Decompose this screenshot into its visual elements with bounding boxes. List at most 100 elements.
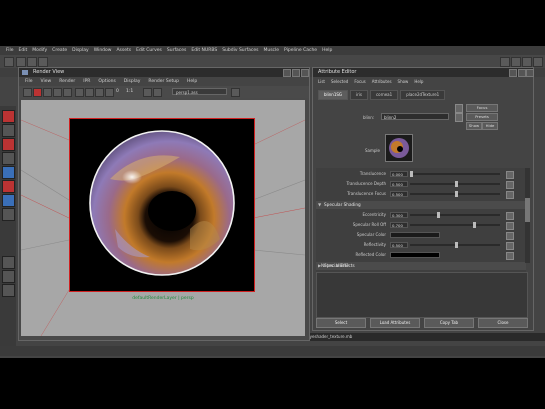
map-button-icon[interactable]	[506, 181, 514, 189]
tab-blinn1sg[interactable]: blinn1SG	[318, 90, 349, 100]
map-button-icon[interactable]	[506, 252, 514, 260]
menu-help[interactable]: Help	[322, 48, 332, 53]
ae-menu-focus[interactable]: Focus	[354, 79, 365, 84]
rv-menu-help[interactable]: Help	[187, 79, 197, 84]
menu-modify[interactable]: Modify	[32, 48, 47, 53]
render-view-titlebar[interactable]: Render View	[19, 68, 309, 77]
rgb-channel-icon[interactable]	[75, 88, 84, 97]
rv-menu-file[interactable]: File	[25, 79, 33, 84]
ae-close-icon[interactable]	[526, 69, 534, 77]
slider-knob[interactable]	[455, 191, 458, 197]
tab-iris[interactable]: iris	[350, 90, 368, 100]
snapshot-icon[interactable]	[63, 88, 72, 97]
map-button-icon[interactable]	[506, 191, 514, 199]
notes-textarea[interactable]	[316, 272, 528, 318]
keep-image-icon[interactable]	[95, 88, 104, 97]
color-swatch[interactable]	[390, 252, 440, 258]
rv-menu-render[interactable]: Render	[59, 79, 75, 84]
camera-dropdown[interactable]: persp1.ass	[172, 88, 227, 95]
go-to-input-icon[interactable]	[455, 113, 463, 122]
menu-display[interactable]: Display	[72, 48, 89, 53]
render-canvas[interactable]: defaultRenderLayer | persp	[21, 100, 305, 336]
map-button-icon[interactable]	[506, 222, 514, 230]
menu-surfaces[interactable]: Surfaces	[167, 48, 187, 53]
attr-value-field[interactable]: 0.000	[390, 171, 408, 177]
slider-knob[interactable]	[437, 212, 440, 218]
map-button-icon[interactable]	[506, 232, 514, 240]
select-tool-icon[interactable]	[2, 110, 15, 123]
maximize-icon[interactable]	[292, 69, 300, 77]
rv-menu-view[interactable]: View	[41, 79, 52, 84]
attr-slider[interactable]	[410, 242, 500, 248]
ae-minimize-icon[interactable]	[509, 69, 517, 77]
tab-place2dtexture1[interactable]: place2dTexture1	[400, 90, 446, 100]
go-to-output-icon[interactable]	[455, 104, 463, 113]
lasso-tool-icon[interactable]	[2, 124, 15, 137]
ae-menu-selected[interactable]: Selected	[331, 79, 348, 84]
menu-edit-curves[interactable]: Edit Curves	[136, 48, 162, 53]
slider-knob[interactable]	[455, 242, 458, 248]
menu-subdiv-surfaces[interactable]: Subdiv Surfaces	[222, 48, 258, 53]
ae-menu-attributes[interactable]: Attributes	[372, 79, 392, 84]
menu-edit-nurbs[interactable]: Edit NURBS	[191, 48, 217, 53]
manipulator-tool-icon[interactable]	[2, 194, 15, 207]
display-settings-icon[interactable]	[143, 88, 152, 97]
zoom-ratio[interactable]: 1:1	[126, 89, 133, 94]
new-scene-icon[interactable]	[16, 57, 26, 67]
color-management-icon[interactable]	[153, 88, 162, 97]
rv-menu-render-setup[interactable]: Render Setup	[148, 79, 179, 84]
refresh-icon[interactable]	[43, 88, 52, 97]
material-name-field[interactable]: blinn2	[381, 113, 449, 120]
attr-slider[interactable]	[410, 171, 500, 177]
render-region-icon[interactable]	[53, 88, 62, 97]
open-scene-icon[interactable]	[27, 57, 37, 67]
menu-assets[interactable]: Assets	[116, 48, 131, 53]
paint-select-tool-icon[interactable]	[2, 138, 15, 151]
slider-knob[interactable]	[410, 171, 413, 177]
dropdown-arrow-icon[interactable]	[231, 88, 240, 97]
attribute-editor-titlebar[interactable]: Attribute Editor	[313, 68, 534, 77]
attr-slider[interactable]	[410, 212, 500, 218]
rv-menu-display[interactable]: Display	[124, 79, 141, 84]
map-button-icon[interactable]	[506, 212, 514, 220]
ae-menu-show[interactable]: Show	[398, 79, 409, 84]
hide-button[interactable]: Hide	[482, 122, 498, 130]
ae-maximize-icon[interactable]	[518, 69, 526, 77]
attr-value-field[interactable]: 0.700	[390, 222, 408, 228]
menu-muscle[interactable]: Muscle	[263, 48, 279, 53]
render-settings-icon[interactable]	[500, 57, 510, 67]
redo-render-icon[interactable]	[23, 88, 32, 97]
attr-value-field[interactable]: 0.500	[390, 242, 408, 248]
single-view-layout-icon[interactable]	[2, 256, 15, 269]
menu-create[interactable]: Create	[52, 48, 67, 53]
attr-value-field[interactable]: 0.500	[390, 191, 408, 197]
close-icon[interactable]	[301, 69, 309, 77]
map-button-icon[interactable]	[506, 171, 514, 179]
menu-pipeline-cache[interactable]: Pipeline Cache	[284, 48, 317, 53]
select-button[interactable]: Select	[316, 318, 366, 328]
save-scene-icon[interactable]	[38, 57, 48, 67]
show-button[interactable]: Show	[466, 122, 482, 130]
slider-knob[interactable]	[473, 222, 476, 228]
ipr-icon[interactable]	[522, 57, 532, 67]
attribute-scroll-area[interactable]: Translucence 0.000 Translucence Depth 0.…	[316, 168, 526, 273]
map-button-icon[interactable]	[506, 242, 514, 250]
attr-slider[interactable]	[410, 222, 500, 228]
minimize-icon[interactable]	[283, 69, 291, 77]
ae-menu-list[interactable]: List	[318, 79, 325, 84]
rv-menu-options[interactable]: Options	[98, 79, 115, 84]
slider-knob[interactable]	[455, 181, 458, 187]
presets-button[interactable]: Presets	[466, 113, 498, 121]
rv-menu-ipr[interactable]: IPR	[83, 79, 90, 84]
ipr-render-icon[interactable]	[33, 88, 42, 97]
move-tool-icon[interactable]	[2, 152, 15, 165]
focus-button[interactable]: Focus	[466, 104, 498, 112]
menu-set-icon[interactable]	[4, 57, 14, 67]
alpha-channel-icon[interactable]	[85, 88, 94, 97]
side-by-side-layout-icon[interactable]	[2, 284, 15, 297]
menu-window[interactable]: Window	[94, 48, 112, 53]
attribute-editor-toggle-icon[interactable]	[533, 57, 543, 67]
scrollbar-thumb[interactable]	[525, 198, 530, 222]
rotate-tool-icon[interactable]	[2, 166, 15, 179]
remove-image-icon[interactable]	[105, 88, 114, 97]
